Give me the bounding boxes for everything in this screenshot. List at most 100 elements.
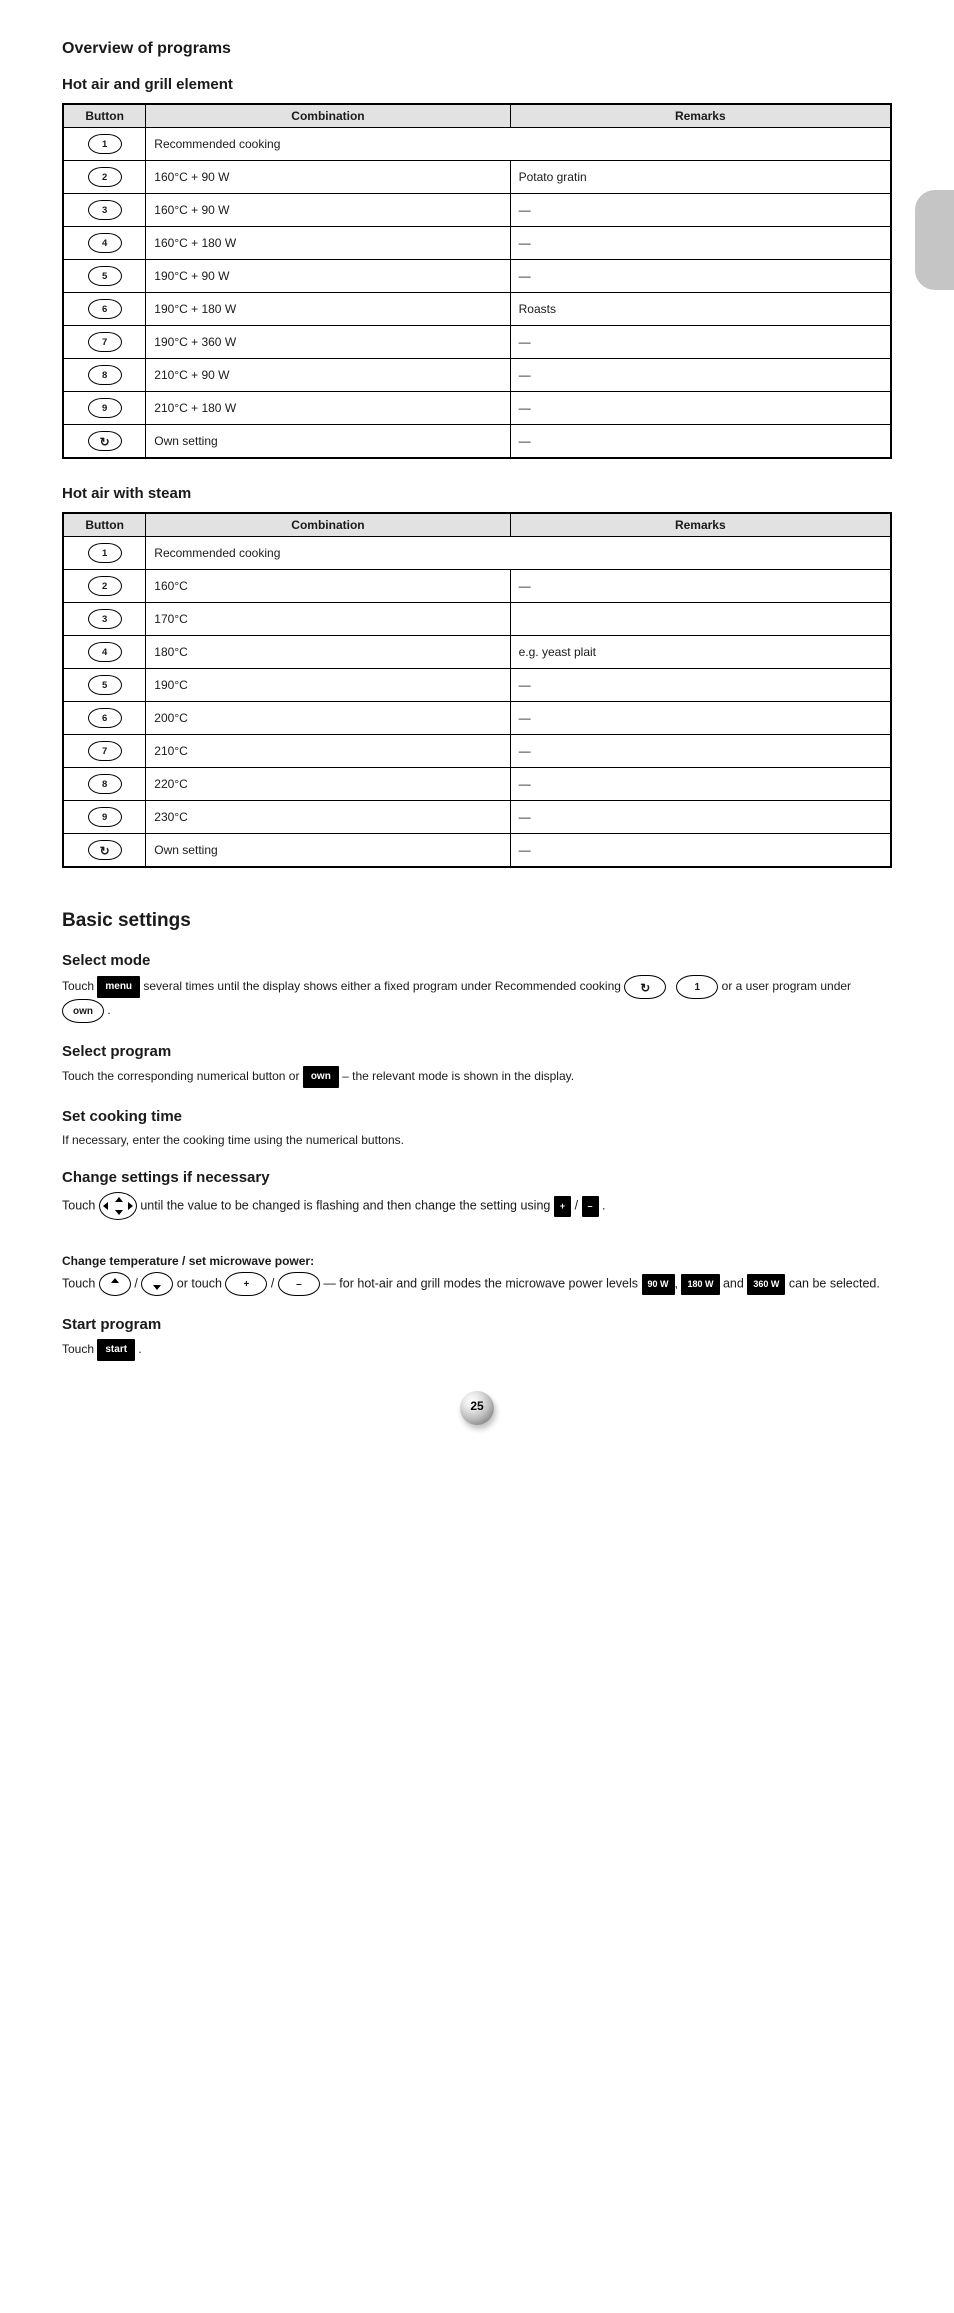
plus-badge: +	[554, 1196, 571, 1217]
memory-icon: ↻	[88, 431, 122, 451]
cell-notes: —	[510, 570, 891, 603]
cell-combi: 210°C	[146, 735, 510, 768]
minus-badge: –	[582, 1196, 599, 1217]
multi-arrow-icon	[99, 1192, 137, 1220]
table2-title: Hot air with steam	[62, 485, 892, 502]
th-notes: Remarks	[510, 104, 891, 128]
page: Overview of programs Hot air and grill e…	[0, 0, 954, 1501]
cell-notes: —	[510, 425, 891, 459]
text: several times until the display shows ei…	[143, 979, 624, 993]
cell-combi: Recommended cooking	[146, 128, 891, 161]
page-footer: 25	[62, 1391, 892, 1441]
text: — for hot-air and grill modes the microw…	[323, 1276, 641, 1290]
temp-title: Change temperature / set microwave power…	[62, 1254, 892, 1268]
own-badge: own	[303, 1066, 339, 1088]
cell-combi: 210°C + 180 W	[146, 392, 510, 425]
button-oval: 1	[88, 543, 122, 563]
cell-combi: 180°C	[146, 636, 510, 669]
step4-body: Touch until the value to be changed is f…	[62, 1192, 892, 1220]
cell-combi: 190°C + 180 W	[146, 293, 510, 326]
th-button: Button	[63, 513, 146, 537]
th-combi: Combination	[146, 104, 510, 128]
text: – the relevant mode is shown in the disp…	[342, 1069, 574, 1083]
cell-notes: —	[510, 702, 891, 735]
cell-combi: 160°C + 90 W	[146, 194, 510, 227]
program-table-1: Button Combination Remarks 1 Recommended…	[62, 103, 892, 459]
table-row: 2 160°C —	[63, 570, 891, 603]
cell-combi: 160°C	[146, 570, 510, 603]
text: until the value to be changed is flashin…	[140, 1198, 554, 1212]
cell-notes: —	[510, 768, 891, 801]
text: can be selected.	[789, 1276, 880, 1290]
text: Touch	[62, 1198, 99, 1212]
table-row: 1 Recommended cooking	[63, 128, 891, 161]
cell-notes: —	[510, 834, 891, 868]
page-number: 25	[470, 1399, 483, 1413]
cell-notes: —	[510, 326, 891, 359]
button-oval: 9	[88, 398, 122, 418]
text: /	[134, 1276, 137, 1290]
th-notes: Remarks	[510, 513, 891, 537]
power-badge: 90 W	[642, 1274, 675, 1295]
button-oval: 3	[88, 609, 122, 629]
memory-icon: ↻	[624, 975, 666, 999]
button-1-icon: 1	[676, 975, 718, 999]
button-oval: 2	[88, 167, 122, 187]
button-oval: 8	[88, 774, 122, 794]
cell-combi: 160°C + 90 W	[146, 161, 510, 194]
text: Touch	[62, 979, 97, 993]
cell-combi: Own setting	[146, 834, 510, 868]
text: Touch	[62, 1342, 97, 1356]
step1-body: Touch menu several times until the displ…	[62, 975, 892, 1023]
th-button: Button	[63, 104, 146, 128]
cell-notes: Roasts	[510, 293, 891, 326]
table-row: 3 170°C	[63, 603, 891, 636]
section-title: Basic settings	[62, 910, 892, 932]
button-oval: 5	[88, 675, 122, 695]
arrow-up-icon	[99, 1272, 131, 1296]
cell-combi: 190°C	[146, 669, 510, 702]
side-tab	[915, 190, 954, 290]
step2-title: Select program	[62, 1043, 892, 1060]
menu-badge: menu	[97, 976, 140, 998]
button-oval: 4	[88, 233, 122, 253]
start-title: Start program	[62, 1316, 892, 1333]
button-oval: 6	[88, 299, 122, 319]
cell-combi: Own setting	[146, 425, 510, 459]
button-oval: 7	[88, 332, 122, 352]
table-row: 6 200°C —	[63, 702, 891, 735]
text: .	[138, 1342, 141, 1356]
table-row: 3 160°C + 90 W —	[63, 194, 891, 227]
text: or touch	[177, 1276, 226, 1290]
table-row: 7 190°C + 360 W —	[63, 326, 891, 359]
step3-title: Set cooking time	[62, 1108, 892, 1125]
step1-title: Select mode	[62, 952, 892, 969]
table-row: 5 190°C + 90 W —	[63, 260, 891, 293]
table-row: 9 210°C + 180 W —	[63, 392, 891, 425]
cell-notes: —	[510, 194, 891, 227]
table-row: 4 180°C e.g. yeast plait	[63, 636, 891, 669]
button-oval: 6	[88, 708, 122, 728]
step4-title: Change settings if necessary	[62, 1169, 892, 1186]
start-body: Touch start .	[62, 1339, 892, 1361]
cell-notes: e.g. yeast plait	[510, 636, 891, 669]
cell-combi: 160°C + 180 W	[146, 227, 510, 260]
table-row: 6 190°C + 180 W Roasts	[63, 293, 891, 326]
cell-combi: 210°C + 90 W	[146, 359, 510, 392]
cell-notes	[510, 603, 891, 636]
cell-combi: 220°C	[146, 768, 510, 801]
table-row: 5 190°C —	[63, 669, 891, 702]
button-oval: 3	[88, 200, 122, 220]
table-row: 8 210°C + 90 W —	[63, 359, 891, 392]
text: or a user program under	[722, 979, 851, 993]
own-button-icon: own	[62, 999, 104, 1023]
program-table-2: Button Combination Remarks 1 Recommended…	[62, 512, 892, 868]
cell-combi: 190°C + 360 W	[146, 326, 510, 359]
cell-combi: Recommended cooking	[146, 537, 891, 570]
cell-combi: 230°C	[146, 801, 510, 834]
power-badge: 360 W	[747, 1274, 785, 1295]
cell-notes: Potato gratin	[510, 161, 891, 194]
cell-notes: —	[510, 227, 891, 260]
table-row: 9 230°C —	[63, 801, 891, 834]
th-combi: Combination	[146, 513, 510, 537]
